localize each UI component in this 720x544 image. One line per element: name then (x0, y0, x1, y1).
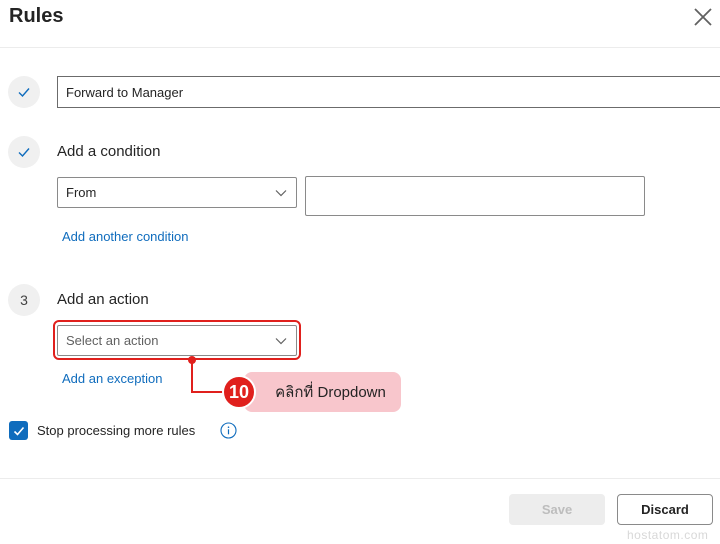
watermark: hostatom.com (627, 528, 709, 542)
action-select-placeholder: Select an action (66, 333, 159, 348)
step3-number: 3 (8, 284, 40, 316)
stop-processing-label: Stop processing more rules (37, 423, 196, 438)
header-divider (0, 47, 720, 48)
chevron-down-icon (275, 337, 287, 344)
save-button[interactable]: Save (509, 494, 605, 525)
close-button[interactable] (690, 4, 716, 30)
condition-value-input[interactable] (305, 176, 645, 216)
add-condition-label: Add a condition (57, 143, 161, 160)
stop-processing-checkbox[interactable] (9, 421, 28, 440)
chevron-down-icon (275, 189, 287, 196)
checkmark-icon (13, 426, 24, 436)
add-another-condition-link[interactable]: Add another condition (62, 229, 188, 244)
condition-select-value: From (66, 185, 97, 200)
callout-text: คลิกที่ Dropdown (244, 372, 401, 412)
callout-line-vertical (191, 360, 193, 393)
step-badge: 10 (222, 375, 256, 409)
info-button[interactable] (220, 422, 237, 439)
close-icon (694, 8, 712, 26)
info-icon (220, 422, 237, 439)
dialog-title: Rules (9, 5, 64, 27)
step2-check-icon (8, 136, 40, 168)
footer-divider (0, 478, 720, 479)
step1-check-icon (8, 76, 40, 108)
rule-name-value: Forward to Manager (66, 84, 184, 100)
add-action-label: Add an action (57, 291, 149, 308)
discard-button[interactable]: Discard (617, 494, 713, 525)
action-select[interactable]: Select an action (57, 325, 297, 356)
rule-name-input[interactable]: Forward to Manager (57, 76, 720, 108)
add-exception-link[interactable]: Add an exception (62, 371, 162, 386)
condition-select[interactable]: From (57, 177, 297, 208)
